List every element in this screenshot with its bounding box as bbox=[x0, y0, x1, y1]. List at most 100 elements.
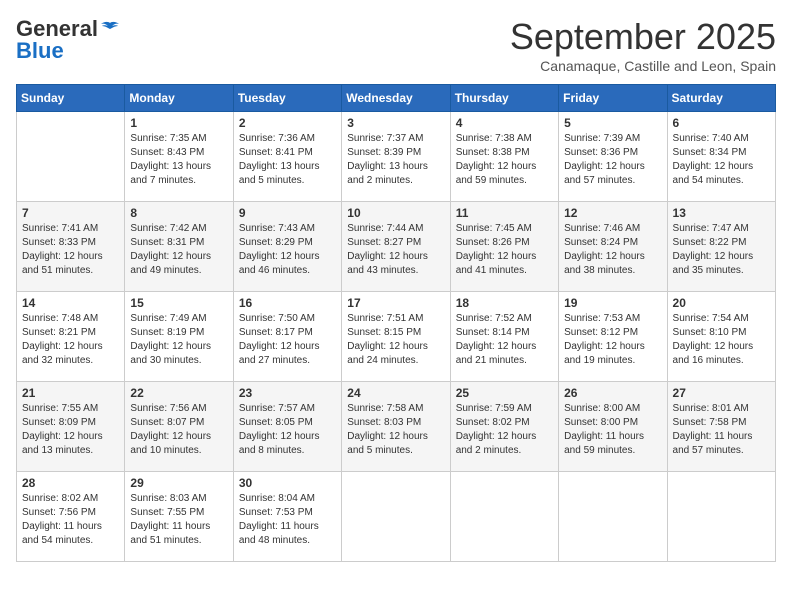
calendar-table: SundayMondayTuesdayWednesdayThursdayFrid… bbox=[16, 84, 776, 562]
calendar-cell: 23Sunrise: 7:57 AMSunset: 8:05 PMDayligh… bbox=[233, 382, 341, 472]
calendar-cell: 2 Sunrise: 7:36 AMSunset: 8:41 PMDaylight… bbox=[233, 112, 341, 202]
day-number: 10 bbox=[347, 206, 444, 220]
logo-bird-icon bbox=[100, 21, 120, 37]
day-number: 7 bbox=[22, 206, 119, 220]
day-info: Sunrise: 7:48 AMSunset: 8:21 PMDaylight:… bbox=[22, 312, 119, 368]
day-number: 26 bbox=[564, 386, 661, 400]
day-number: 24 bbox=[347, 386, 444, 400]
day-number: 4 bbox=[456, 116, 553, 130]
day-number: 22 bbox=[130, 386, 227, 400]
day-info: Sunrise: 7:42 AMSunset: 8:31 PMDaylight:… bbox=[130, 222, 227, 278]
weekday-header-sunday: Sunday bbox=[17, 85, 125, 112]
calendar-cell: 13 Sunrise: 7:47 AMSunset: 8:22 PMDayligh… bbox=[667, 202, 775, 292]
calendar-cell bbox=[17, 112, 125, 202]
day-number: 13 bbox=[673, 206, 770, 220]
calendar-cell bbox=[667, 472, 775, 562]
day-number: 16 bbox=[239, 296, 336, 310]
day-info: Sunrise: 8:03 AMSunset: 7:55 PMDaylight:… bbox=[130, 492, 227, 548]
calendar-cell: 25 Sunrise: 7:59 AMSunset: 8:02 PMDayligh… bbox=[450, 382, 558, 472]
day-info: Sunrise: 7:37 AMSunset: 8:39 PMDaylight:… bbox=[347, 132, 444, 188]
logo-blue: Blue bbox=[16, 38, 64, 64]
day-info: Sunrise: 7:50 AMSunset: 8:17 PMDaylight:… bbox=[239, 312, 336, 368]
calendar-cell bbox=[450, 472, 558, 562]
weekday-header-saturday: Saturday bbox=[667, 85, 775, 112]
day-number: 29 bbox=[130, 476, 227, 490]
calendar-cell bbox=[559, 472, 667, 562]
calendar-cell: 1 Sunrise: 7:35 AMSunset: 8:43 PMDaylight… bbox=[125, 112, 233, 202]
day-info: Sunrise: 7:35 AMSunset: 8:43 PMDaylight:… bbox=[130, 132, 227, 188]
calendar-cell: 30Sunrise: 8:04 AMSunset: 7:53 PMDayligh… bbox=[233, 472, 341, 562]
calendar-cell bbox=[342, 472, 450, 562]
calendar-cell: 10 Sunrise: 7:44 AMSunset: 8:27 PMDayligh… bbox=[342, 202, 450, 292]
calendar-cell: 6Sunrise: 7:40 AMSunset: 8:34 PMDaylight… bbox=[667, 112, 775, 202]
day-info: Sunrise: 7:57 AMSunset: 8:05 PMDaylight:… bbox=[239, 402, 336, 458]
day-number: 18 bbox=[456, 296, 553, 310]
day-info: Sunrise: 7:45 AMSunset: 8:26 PMDaylight:… bbox=[456, 222, 553, 278]
calendar-week-row: 28 Sunrise: 8:02 AMSunset: 7:56 PMDayligh… bbox=[17, 472, 776, 562]
calendar-cell: 22 Sunrise: 7:56 AMSunset: 8:07 PMDayligh… bbox=[125, 382, 233, 472]
day-info: Sunrise: 7:51 AMSunset: 8:15 PMDaylight:… bbox=[347, 312, 444, 368]
calendar-cell: 12Sunrise: 7:46 AMSunset: 8:24 PMDayligh… bbox=[559, 202, 667, 292]
day-number: 6 bbox=[673, 116, 770, 130]
day-info: Sunrise: 8:02 AMSunset: 7:56 PMDaylight:… bbox=[22, 492, 119, 548]
calendar-cell: 26Sunrise: 8:00 AMSunset: 8:00 PMDayligh… bbox=[559, 382, 667, 472]
day-info: Sunrise: 7:41 AMSunset: 8:33 PMDaylight:… bbox=[22, 222, 119, 278]
calendar-cell: 20 Sunrise: 7:54 AMSunset: 8:10 PMDayligh… bbox=[667, 292, 775, 382]
day-number: 17 bbox=[347, 296, 444, 310]
day-number: 21 bbox=[22, 386, 119, 400]
day-number: 27 bbox=[673, 386, 770, 400]
logo: General Blue bbox=[16, 16, 120, 64]
day-info: Sunrise: 7:52 AMSunset: 8:14 PMDaylight:… bbox=[456, 312, 553, 368]
day-info: Sunrise: 7:44 AMSunset: 8:27 PMDaylight:… bbox=[347, 222, 444, 278]
location-subtitle: Canamaque, Castille and Leon, Spain bbox=[510, 58, 776, 74]
calendar-cell: 9 Sunrise: 7:43 AMSunset: 8:29 PMDaylight… bbox=[233, 202, 341, 292]
weekday-header-tuesday: Tuesday bbox=[233, 85, 341, 112]
day-info: Sunrise: 8:01 AMSunset: 7:58 PMDaylight:… bbox=[673, 402, 770, 458]
calendar-cell: 18 Sunrise: 7:52 AMSunset: 8:14 PMDayligh… bbox=[450, 292, 558, 382]
weekday-header-friday: Friday bbox=[559, 85, 667, 112]
day-info: Sunrise: 7:47 AMSunset: 8:22 PMDaylight:… bbox=[673, 222, 770, 278]
calendar-cell: 8Sunrise: 7:42 AMSunset: 8:31 PMDaylight… bbox=[125, 202, 233, 292]
weekday-header-thursday: Thursday bbox=[450, 85, 558, 112]
day-number: 15 bbox=[130, 296, 227, 310]
calendar-cell: 16 Sunrise: 7:50 AMSunset: 8:17 PMDayligh… bbox=[233, 292, 341, 382]
day-number: 20 bbox=[673, 296, 770, 310]
day-info: Sunrise: 7:39 AMSunset: 8:36 PMDaylight:… bbox=[564, 132, 661, 188]
calendar-cell: 24 Sunrise: 7:58 AMSunset: 8:03 PMDayligh… bbox=[342, 382, 450, 472]
calendar-week-row: 7 Sunrise: 7:41 AMSunset: 8:33 PMDaylight… bbox=[17, 202, 776, 292]
day-info: Sunrise: 7:54 AMSunset: 8:10 PMDaylight:… bbox=[673, 312, 770, 368]
calendar-cell: 14Sunrise: 7:48 AMSunset: 8:21 PMDayligh… bbox=[17, 292, 125, 382]
calendar-cell: 7 Sunrise: 7:41 AMSunset: 8:33 PMDaylight… bbox=[17, 202, 125, 292]
day-number: 9 bbox=[239, 206, 336, 220]
day-number: 19 bbox=[564, 296, 661, 310]
weekday-header-row: SundayMondayTuesdayWednesdayThursdayFrid… bbox=[17, 85, 776, 112]
calendar-cell: 3 Sunrise: 7:37 AMSunset: 8:39 PMDaylight… bbox=[342, 112, 450, 202]
day-info: Sunrise: 7:56 AMSunset: 8:07 PMDaylight:… bbox=[130, 402, 227, 458]
day-number: 28 bbox=[22, 476, 119, 490]
day-number: 1 bbox=[130, 116, 227, 130]
day-number: 25 bbox=[456, 386, 553, 400]
day-number: 11 bbox=[456, 206, 553, 220]
day-info: Sunrise: 7:58 AMSunset: 8:03 PMDaylight:… bbox=[347, 402, 444, 458]
weekday-header-monday: Monday bbox=[125, 85, 233, 112]
calendar-week-row: 21 Sunrise: 7:55 AMSunset: 8:09 PMDayligh… bbox=[17, 382, 776, 472]
calendar-cell: 11 Sunrise: 7:45 AMSunset: 8:26 PMDayligh… bbox=[450, 202, 558, 292]
day-info: Sunrise: 7:59 AMSunset: 8:02 PMDaylight:… bbox=[456, 402, 553, 458]
day-number: 2 bbox=[239, 116, 336, 130]
day-info: Sunrise: 7:55 AMSunset: 8:09 PMDaylight:… bbox=[22, 402, 119, 458]
calendar-cell: 4Sunrise: 7:38 AMSunset: 8:38 PMDaylight… bbox=[450, 112, 558, 202]
weekday-header-wednesday: Wednesday bbox=[342, 85, 450, 112]
day-number: 3 bbox=[347, 116, 444, 130]
calendar-cell: 17 Sunrise: 7:51 AMSunset: 8:15 PMDayligh… bbox=[342, 292, 450, 382]
day-number: 30 bbox=[239, 476, 336, 490]
calendar-cell: 21 Sunrise: 7:55 AMSunset: 8:09 PMDayligh… bbox=[17, 382, 125, 472]
calendar-cell: 15Sunrise: 7:49 AMSunset: 8:19 PMDayligh… bbox=[125, 292, 233, 382]
day-number: 5 bbox=[564, 116, 661, 130]
month-title: September 2025 bbox=[510, 16, 776, 58]
day-info: Sunrise: 7:43 AMSunset: 8:29 PMDaylight:… bbox=[239, 222, 336, 278]
calendar-week-row: 1 Sunrise: 7:35 AMSunset: 8:43 PMDaylight… bbox=[17, 112, 776, 202]
calendar-cell: 19Sunrise: 7:53 AMSunset: 8:12 PMDayligh… bbox=[559, 292, 667, 382]
calendar-week-row: 14Sunrise: 7:48 AMSunset: 8:21 PMDayligh… bbox=[17, 292, 776, 382]
page-header: General Blue September 2025 Canamaque, C… bbox=[16, 16, 776, 74]
day-info: Sunrise: 7:36 AMSunset: 8:41 PMDaylight:… bbox=[239, 132, 336, 188]
